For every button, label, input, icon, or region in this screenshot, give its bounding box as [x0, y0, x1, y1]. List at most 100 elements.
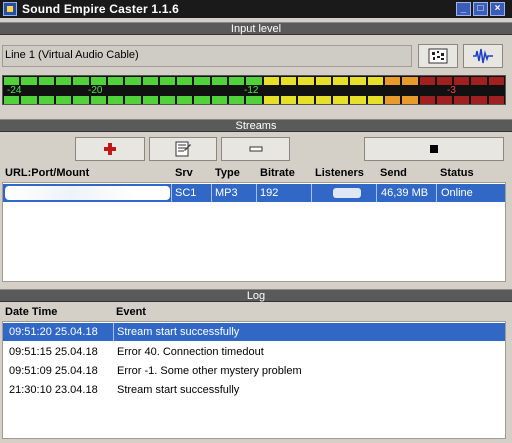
meter-segment: [298, 77, 314, 85]
meter-segment: [73, 96, 89, 104]
waveform-button[interactable]: [463, 44, 503, 68]
meter-segment: [436, 96, 453, 104]
edit-icon: [175, 141, 191, 157]
meter-segment: [454, 96, 470, 104]
table-row[interactable]: SC1 MP3 192 46,39 MB Online: [3, 184, 505, 202]
meter-segment: [55, 96, 72, 104]
col-status[interactable]: Status: [440, 167, 474, 179]
meter-segment: [402, 77, 418, 85]
stream-srv: SC1: [175, 187, 197, 199]
add-icon: [104, 143, 116, 155]
meter-segment: [38, 77, 54, 85]
meter-segment: [194, 96, 210, 104]
col-event[interactable]: Event: [116, 306, 146, 318]
meter-segment: [107, 96, 124, 104]
log-table: 09:51:20 25.04.18 Stream start successfu…: [2, 321, 506, 439]
close-button[interactable]: ×: [490, 2, 505, 16]
meter-label-20: -20: [88, 85, 103, 96]
log-event: Error 40. Connection timedout: [117, 346, 264, 358]
meter-segment: [159, 77, 176, 85]
meter-segment: [419, 96, 435, 104]
log-datetime: 09:51:20 25.04.18: [9, 326, 98, 338]
meter-segment: [142, 96, 158, 104]
meter-segment: [211, 77, 228, 85]
stop-stream-button[interactable]: [364, 137, 504, 161]
edit-stream-button[interactable]: [149, 137, 217, 161]
meter-segment: [315, 96, 331, 104]
log-table-header: Date Time Event: [2, 304, 506, 322]
input-device-select[interactable]: Line 1 (Virtual Audio Cable): [2, 45, 412, 67]
meter-segment: [367, 96, 383, 104]
streams-table-header: URL:Port/Mount Srv Type Bitrate Listener…: [2, 165, 506, 183]
stream-status: Online: [441, 187, 473, 199]
meter-bar-bottom: [4, 96, 505, 104]
meter-segment: [402, 96, 418, 104]
meter-segment: [4, 77, 20, 85]
col-srv[interactable]: Srv: [175, 167, 193, 179]
col-send[interactable]: Send: [380, 167, 407, 179]
meter-segment: [454, 77, 470, 85]
meter-segment: [21, 77, 37, 85]
meter-segment: [384, 96, 401, 104]
minus-icon: [249, 146, 262, 152]
meter-segment: [177, 96, 193, 104]
meter-segment: [281, 77, 297, 85]
meter-segment: [471, 96, 487, 104]
title-bar: Sound Empire Caster 1.1.6 _ □ ×: [0, 0, 512, 18]
maximize-button[interactable]: □: [473, 2, 488, 16]
meter-segment: [367, 77, 383, 85]
meter-segment: [471, 77, 487, 85]
waveform-icon: [473, 48, 493, 64]
meter-segment: [263, 96, 279, 104]
meter-segment: [350, 77, 366, 85]
meter-segment: [90, 96, 106, 104]
meter-segment: [488, 77, 505, 85]
meter-segment: [332, 77, 349, 85]
meter-segment: [350, 96, 366, 104]
log-event: Error -1. Some other mystery problem: [117, 365, 302, 377]
meter-segment: [38, 96, 54, 104]
col-bitrate[interactable]: Bitrate: [260, 167, 295, 179]
table-row[interactable]: 09:51:15 25.04.18 Error 40. Connection t…: [3, 343, 505, 361]
meter-segment: [159, 96, 176, 104]
meter-segment: [315, 77, 331, 85]
meter-segment: [90, 77, 106, 85]
meter-label-12: -12: [244, 85, 259, 96]
meter-segment: [263, 77, 279, 85]
url-redacted: [5, 186, 170, 200]
add-stream-button[interactable]: [75, 137, 145, 161]
window-title: Sound Empire Caster 1.1.6: [22, 2, 180, 16]
stream-bitrate: 192: [260, 187, 279, 199]
meter-segment: [384, 77, 401, 85]
table-row[interactable]: 09:51:20 25.04.18 Stream start successfu…: [3, 323, 505, 341]
meter-segment: [298, 96, 314, 104]
meter-bar-top: [4, 77, 505, 85]
stop-icon: [430, 145, 438, 153]
app-icon: [3, 2, 17, 16]
remove-stream-button[interactable]: [221, 137, 290, 161]
col-url[interactable]: URL:Port/Mount: [5, 167, 89, 179]
minimize-button[interactable]: _: [456, 2, 471, 16]
meter-segment: [436, 77, 453, 85]
meter-segment: [332, 96, 349, 104]
table-row[interactable]: 21:30:10 23.04.18 Stream start successfu…: [3, 381, 505, 399]
settings-icon: [428, 48, 448, 64]
log-header: Log: [0, 289, 512, 302]
streams-table: SC1 MP3 192 46,39 MB Online: [2, 182, 506, 282]
log-datetime: 09:51:15 25.04.18: [9, 346, 98, 358]
log-event: Stream start successfully: [117, 384, 240, 396]
meter-segment: [125, 77, 141, 85]
meter-segment: [73, 77, 89, 85]
meter-segment: [211, 96, 228, 104]
input-settings-button[interactable]: [418, 44, 458, 68]
col-listeners[interactable]: Listeners: [315, 167, 364, 179]
col-datetime[interactable]: Date Time: [5, 306, 57, 318]
meter-segment: [55, 77, 72, 85]
meter-segment: [177, 77, 193, 85]
col-type[interactable]: Type: [215, 167, 240, 179]
meter-segment: [194, 77, 210, 85]
meter-segment: [246, 96, 262, 104]
table-row[interactable]: 09:51:09 25.04.18 Error -1. Some other m…: [3, 362, 505, 380]
meter-segment: [419, 77, 435, 85]
meter-label-3: -3: [447, 85, 456, 96]
